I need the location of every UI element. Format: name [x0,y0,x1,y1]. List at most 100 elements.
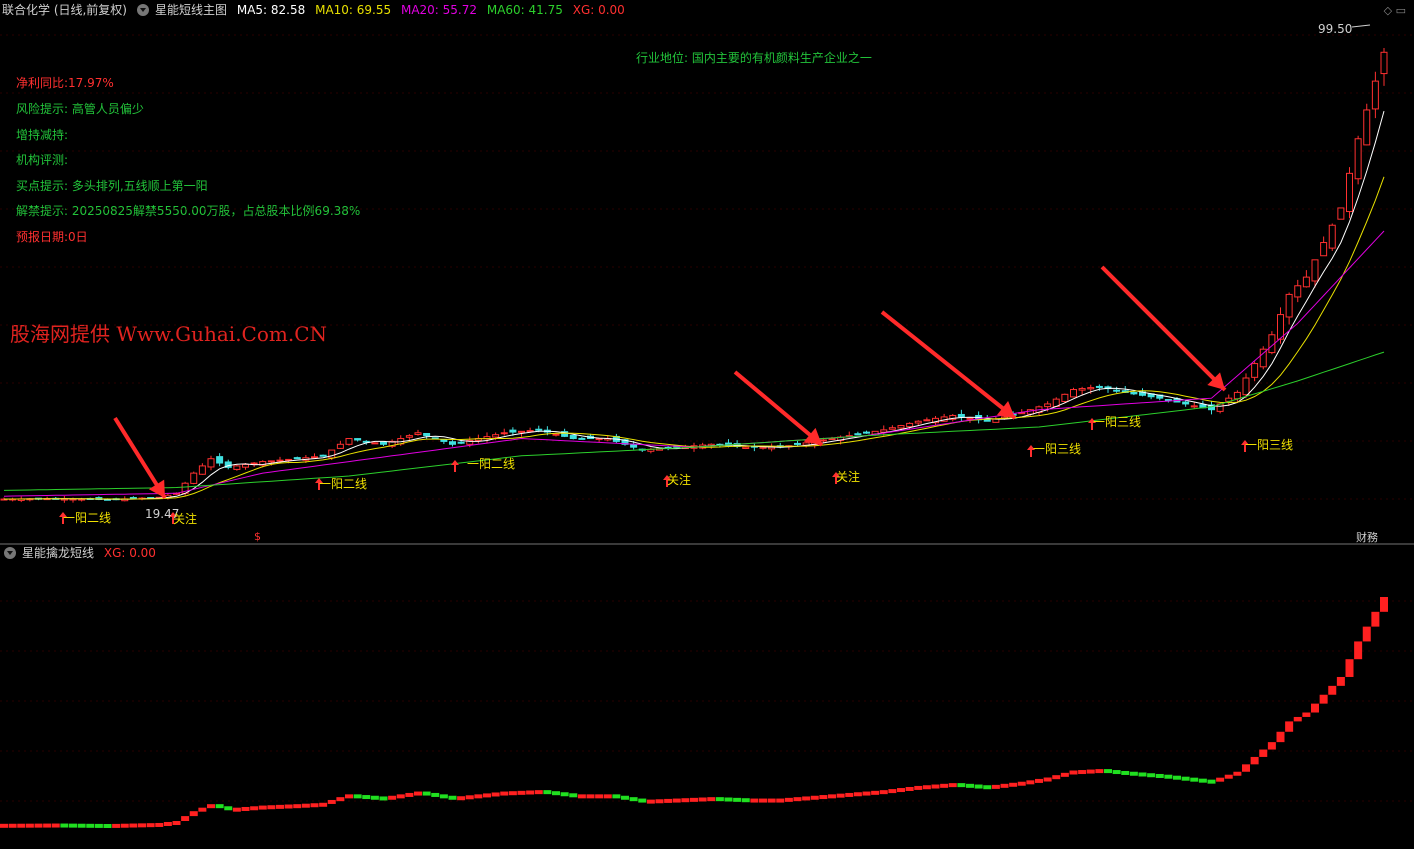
indicator-bar [888,789,897,794]
indicator-bar [750,798,759,803]
indicator-chart[interactable] [0,563,1414,849]
indicator-bar [34,823,43,828]
indicator-bar [681,798,690,803]
candle [1363,109,1371,146]
indicator-bar [8,823,17,828]
indicator-bar [448,795,457,800]
indicator-bar [1354,641,1363,660]
candle [1070,389,1077,398]
indicator-bar [690,797,698,802]
candle [1087,387,1095,390]
indicator-bar [60,823,69,828]
candle [216,456,224,464]
indicator-bar [198,807,207,812]
indicator-bar [784,797,793,802]
indicator-bar [491,792,500,797]
indicator-bar [1181,776,1190,781]
indicator-bar [17,823,26,828]
indicator-bar [905,786,914,791]
signal-label: 一阳二线 [63,511,112,525]
candle [1190,405,1198,408]
indicator-bar [957,783,966,788]
indicator-bar [1017,781,1026,786]
indicator-bar [526,790,535,795]
indicator-bar [500,791,509,796]
indicator-bar [1121,770,1130,775]
indicator-bar [379,796,388,801]
candle [1294,285,1302,298]
indicator-bar [1009,782,1018,787]
ma60-value: MA60: 41.75 [486,3,563,17]
candle [1044,403,1052,408]
indicator-bar [232,807,241,812]
indicator-bar [1242,764,1250,772]
candle [509,429,517,433]
indicator-bar [810,795,819,800]
candle [250,462,258,465]
indicator-bar [293,804,302,809]
indicator-name[interactable]: 星能短线主图 [155,3,227,17]
chevron-down-icon[interactable] [4,546,16,559]
indicator-bar [1026,780,1035,785]
candle [1164,399,1172,402]
red-arrow-shaft [733,370,824,447]
indicator-bar [1267,742,1276,750]
signal-label: 关注 [667,473,692,487]
indicator-bar [146,823,155,828]
indicator-bar [301,803,310,808]
indicator-bar [431,792,440,797]
lower-panel-title[interactable]: 星能擒龙短线 [22,546,94,560]
indicator-bar [828,794,836,799]
indicator-bar [931,784,940,789]
indicator-bar [733,797,742,802]
indicator-bar [310,803,319,808]
indicator-bar [1190,777,1199,782]
window-controls-icon[interactable]: ◇ ▭ [1384,4,1406,17]
price-high-label: 99.50 [1318,22,1353,36]
indicator-bar [422,791,431,796]
indicator-bar [172,821,181,826]
candle [285,458,293,461]
indicator-bar [405,792,414,797]
indicator-bar [1078,770,1087,775]
ma10-value: MA10: 69.55 [315,3,392,17]
candle [1182,401,1190,405]
candle [794,442,801,445]
price-chart[interactable] [0,20,1414,543]
candle [1320,242,1328,257]
indicator-bar [664,798,673,803]
indicator-bar [1129,771,1138,776]
candle [966,417,974,420]
indicator-bar [224,806,233,811]
indicator-bar [966,783,974,788]
candle [336,443,344,449]
candle [1130,391,1138,395]
indicator-bar [284,804,293,809]
red-arrow-shaft [1100,265,1227,392]
candle [923,419,931,422]
candle [405,435,413,438]
candle [888,427,896,430]
candle [371,442,379,445]
chevron-down-icon[interactable] [137,3,149,16]
indicator-bar [1276,731,1285,743]
candle [552,433,560,436]
indicator-bar [1138,772,1147,777]
signal-label: 一阳二线 [467,457,516,471]
candle [569,434,577,440]
candle [1337,207,1345,220]
indicator-bar [215,804,224,809]
panel-divider[interactable] [0,543,1414,545]
indicator-bar [1259,749,1268,757]
indicator-bar [1035,778,1043,783]
candle [449,441,456,445]
candle [1371,80,1379,110]
signal-label: 一阳二线 [319,477,368,491]
indicator-bar [1302,712,1311,717]
signal-label: 一阳三线 [1245,438,1294,452]
candle [828,438,836,441]
indicator-bar [163,821,172,826]
chart-window: { "header": { "stock_title": "联合化学 (日线,前… [0,0,1414,849]
indicator-bar [69,823,77,828]
ma20-value: MA20: 55.72 [400,3,478,17]
